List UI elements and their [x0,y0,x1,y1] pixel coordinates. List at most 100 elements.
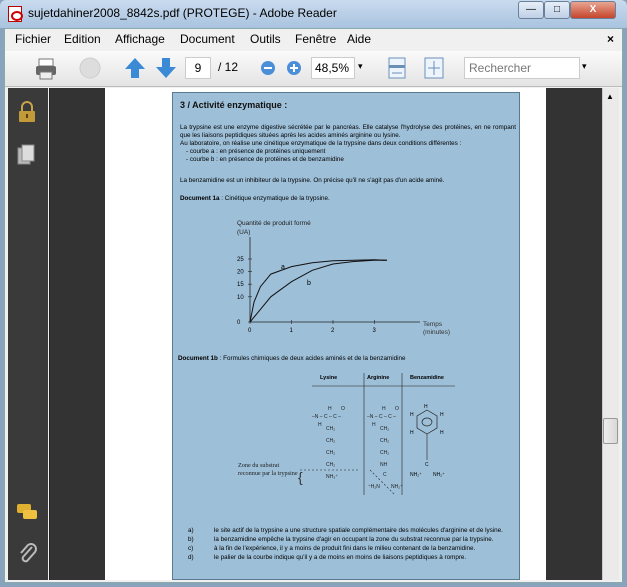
menu-document[interactable]: Document [180,32,235,46]
menu-edition[interactable]: Edition [64,32,101,46]
y-tick-label: 0 [237,320,241,326]
intro-paragraph: La trypsine est une enzyme digestive séc… [180,124,516,139]
bullet-a: - courbe a : en présence de protéines un… [186,148,326,155]
bullet-b: - courbe b : en présence de protéines et… [186,156,344,163]
zoom-level-input[interactable]: 48,5% [311,57,355,79]
search-input[interactable]: Rechercher [464,57,580,79]
doc1b-caption: : Formules chimiques de deux acides amin… [217,355,406,362]
svg-text:C: C [425,462,429,468]
pdf-icon [8,6,23,22]
answer-letter: d) [188,554,194,561]
answer-text: la benzamidine empêche la trypsine d'agi… [214,536,494,543]
pages-icon[interactable] [17,144,35,166]
svg-text:NH₃⁺: NH₃⁺ [326,474,338,480]
inhibitor-text: La benzamidine est un inhibiteur de la t… [180,177,445,184]
answer-letter: b) [188,536,194,543]
svg-text:O: O [341,406,345,412]
lysine-formula: –N – C – C – H O H CH₂ CH₂ CH₂ CH₂ NH₃⁺ [312,406,345,480]
document-pane-right [546,88,602,580]
answer-text: le site actif de la trypsine a une struc… [214,527,503,534]
svg-text:NH: NH [380,462,388,468]
y-tick-label: 25 [237,257,244,263]
arginine-formula: –N – C – C – H O H CH₂ CH₂ CH₂ NH C⁺H₂N NH₂⁺ [367,406,403,490]
svg-text:CH₂: CH₂ [326,438,335,444]
answer-letter: c) [188,545,194,552]
svg-text:CH₂: CH₂ [380,426,389,432]
answer-text: le palier de la courbe indique qu'il y a… [214,554,467,561]
svg-text:CH₂: CH₂ [326,426,335,432]
page-total: / 12 [218,60,239,74]
search-dropdown-icon[interactable]: ▾ [582,61,587,72]
doc1a-label: Document 1a [180,195,220,202]
answer-letter: a) [188,527,194,534]
graph-xlabel: Temps [423,321,443,328]
comments-icon[interactable] [16,503,38,523]
menu-fenetre[interactable]: Fenêtre [295,32,336,46]
svg-text:–N – C – C –: –N – C – C – [312,414,341,420]
zoom-dropdown-icon[interactable]: ▾ [358,61,363,72]
kinetics-graph: Quantité de produit formé (UA) Temps (mi… [237,220,450,336]
scrollbar-thumb[interactable] [603,418,618,444]
fit-width-icon[interactable] [388,57,406,79]
svg-text:CH₂: CH₂ [380,450,389,456]
svg-text:H: H [410,430,414,436]
svg-text:CH₂: CH₂ [326,450,335,456]
x-tick-label: 1 [290,328,294,334]
close-document-button[interactable]: × [607,32,614,46]
answer-text: à la fin de l'expérience, il y a moins d… [214,545,476,552]
svg-text:NH₂⁺: NH₂⁺ [391,484,403,490]
svg-text:C: C [383,472,387,478]
svg-text:NH₂⁺: NH₂⁺ [410,472,422,478]
y-tick-label: 20 [237,270,244,276]
y-tick-label: 15 [237,282,244,288]
graph-xunit: (minutes) [423,329,450,336]
menu-affichage[interactable]: Affichage [115,32,165,46]
next-page-icon[interactable] [155,57,177,79]
document-pane-left [49,88,105,580]
close-button[interactable]: X [570,1,616,19]
window-title: sujetdahiner2008_8842s.pdf (PROTEGE) - A… [28,6,337,20]
header-benzamidine: Benzamidine [410,375,444,381]
svg-text:H: H [410,412,414,418]
section-heading: 3 / Activité enzymatique : [180,100,288,110]
x-tick-label: 0 [248,328,252,334]
svg-text:–N – C – C –: –N – C – C – [367,414,396,420]
svg-text:⁺H₂N: ⁺H₂N [368,484,380,490]
menu-aide[interactable]: Aide [347,32,371,46]
intro-lab: Au laboratoire, on réalise une cinétique… [180,140,462,147]
doc1a-caption: : Cinétique enzymatique de la trypsine. [219,195,330,202]
previous-page-icon[interactable] [124,57,146,79]
menu-outils[interactable]: Outils [250,32,281,46]
svg-text:NH₂⁺: NH₂⁺ [433,472,445,478]
svg-text:H: H [382,406,386,412]
svg-text:CH₂: CH₂ [380,438,389,444]
attachment-icon[interactable] [18,543,38,565]
brace: { [298,469,303,485]
svg-text:H: H [440,430,444,436]
minimize-button[interactable]: — [518,1,544,19]
header-lysine: Lysine [320,375,337,381]
title-bar: sujetdahiner2008_8842s.pdf (PROTEGE) - A… [0,0,627,28]
menu-fichier[interactable]: Fichier [15,32,51,46]
maximize-button[interactable]: □ [544,1,570,19]
scroll-up-icon[interactable]: ▲ [606,92,614,101]
svg-text:H: H [328,406,332,412]
print-icon[interactable] [34,57,58,81]
curve-a [249,259,387,323]
zoom-out-icon[interactable] [260,60,276,76]
curve-b [249,259,387,323]
x-tick-label: 2 [331,328,335,334]
graph-yunit: (UA) [237,229,250,236]
x-tick-label: 3 [373,328,377,334]
fit-page-icon[interactable] [424,57,444,79]
zoom-in-icon[interactable] [286,60,302,76]
collaborate-icon[interactable] [78,56,102,80]
doc1b-label: Document 1b [178,355,218,362]
curve-a-label: a [281,264,285,271]
svg-text:CH₂: CH₂ [326,462,335,468]
curve-b-label: b [307,280,311,287]
benzamidine-formula: HH HH H CNH₂⁺ NH₂⁺ [410,404,445,478]
lock-icon[interactable] [17,101,37,123]
page-number-input[interactable]: 9 [185,57,211,79]
vertical-scrollbar[interactable] [602,88,619,580]
